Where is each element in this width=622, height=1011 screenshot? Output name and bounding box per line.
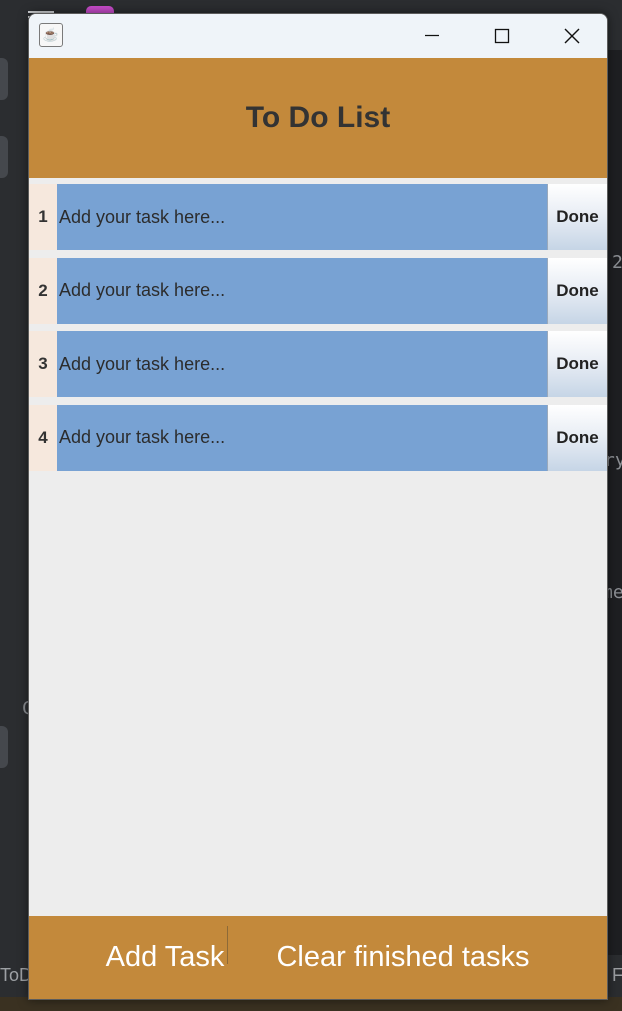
minimize-icon: [425, 34, 439, 37]
task-row: 3 Done: [29, 331, 607, 397]
done-button[interactable]: Done: [547, 331, 607, 397]
task-number: 4: [29, 404, 57, 471]
background-editor-edge: [606, 50, 622, 955]
task-input[interactable]: [57, 184, 547, 250]
window-titlebar[interactable]: ☕: [29, 14, 607, 58]
done-button[interactable]: Done: [547, 257, 607, 324]
clear-finished-button[interactable]: Clear finished tasks: [273, 916, 533, 999]
toolbar-button[interactable]: [0, 58, 8, 100]
maximize-button[interactable]: [467, 14, 537, 58]
todo-window: ☕ To Do List 1 Done 2: [28, 13, 608, 1000]
minimize-button[interactable]: [397, 14, 467, 58]
task-row: 4 Done: [29, 404, 607, 471]
task-number: 1: [29, 184, 57, 250]
footer-divider: [227, 926, 228, 964]
task-list: 1 Done 2 Done 3 Done 4 Done: [29, 184, 607, 478]
task-input[interactable]: [57, 404, 547, 471]
task-input[interactable]: [57, 257, 547, 324]
app-header: To Do List: [29, 58, 607, 178]
task-number: 2: [29, 257, 57, 324]
background-status-right: F: [612, 965, 622, 985]
done-button[interactable]: Done: [547, 404, 607, 471]
task-number: 3: [29, 331, 57, 397]
close-icon: [564, 28, 580, 44]
task-input[interactable]: [57, 331, 547, 397]
java-icon: ☕: [39, 23, 63, 47]
task-row: 1 Done: [29, 184, 607, 250]
page-title: To Do List: [245, 101, 391, 134]
background-code-fragment: 2: [612, 252, 622, 273]
background-ide-left-toolbar: [0, 50, 28, 955]
task-row: 2 Done: [29, 257, 607, 324]
close-button[interactable]: [537, 14, 607, 58]
toolbar-button[interactable]: [0, 726, 8, 768]
maximize-icon: [494, 28, 510, 44]
toolbar-button[interactable]: [0, 136, 8, 178]
add-task-button[interactable]: Add Task: [101, 916, 229, 999]
app-footer: Add Task Clear finished tasks: [29, 916, 607, 999]
done-button[interactable]: Done: [547, 184, 607, 250]
